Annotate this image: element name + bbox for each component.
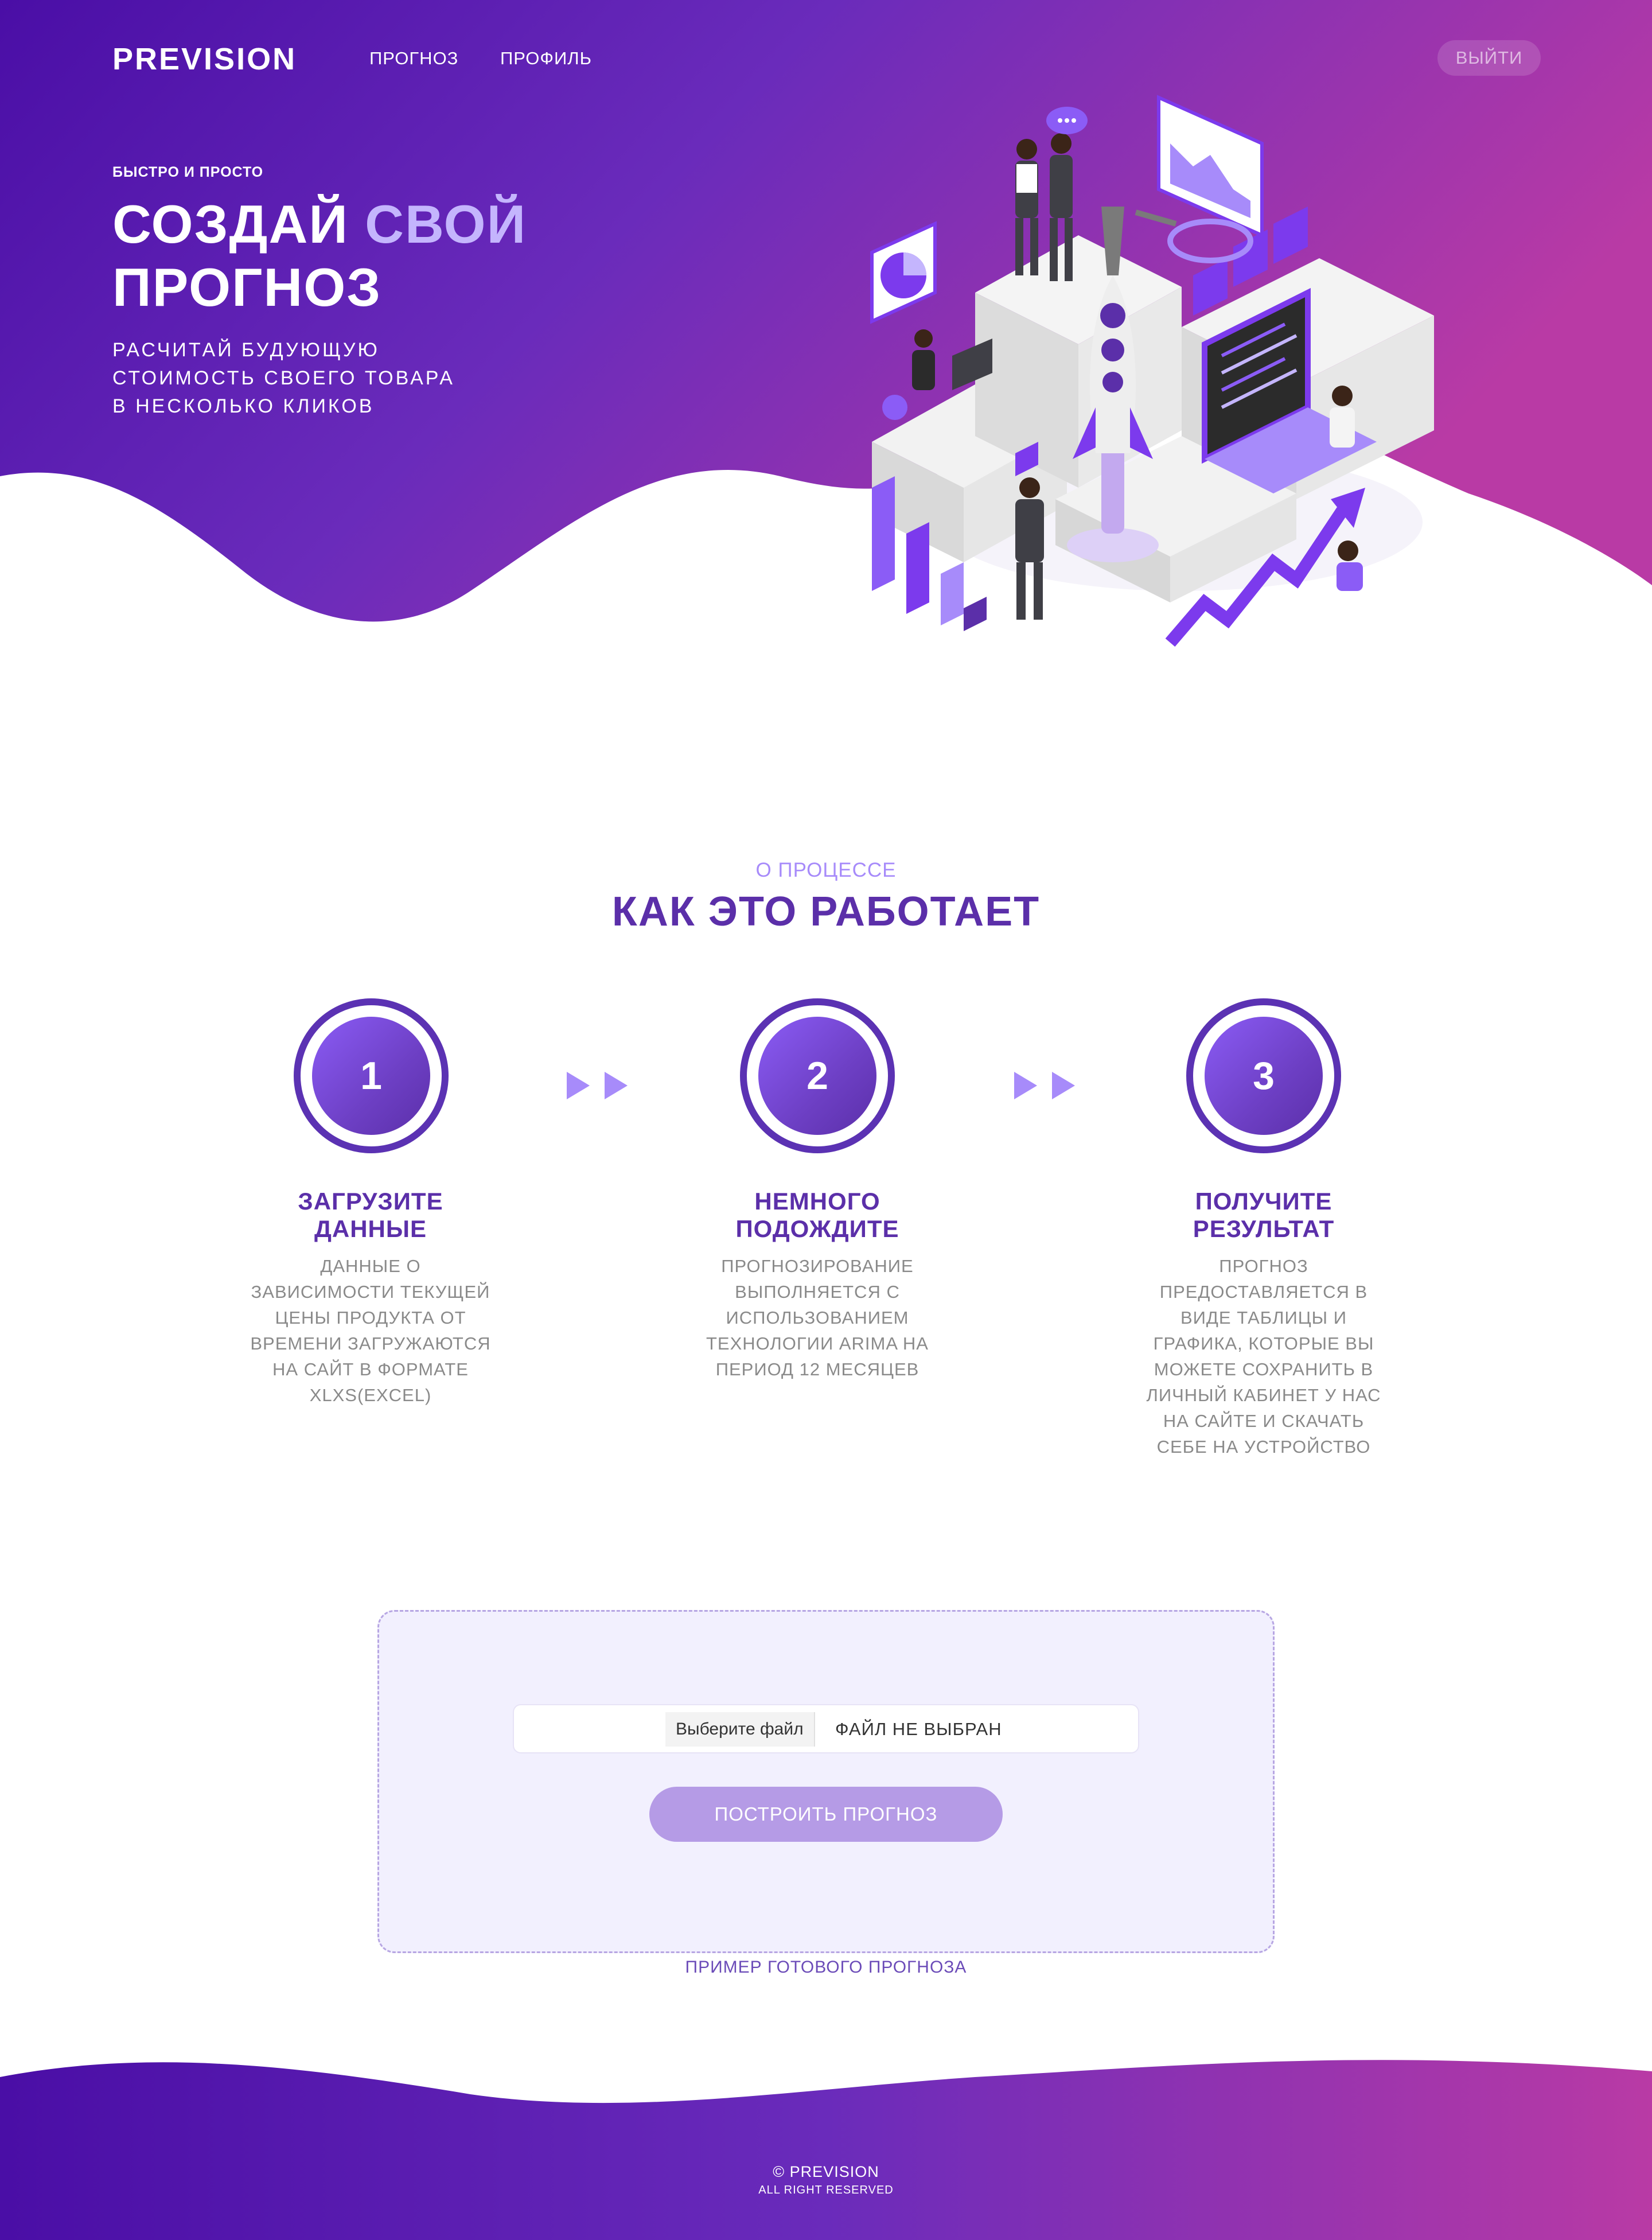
step-desc-line: НА САЙТ В ФОРМАТЕ <box>272 1359 469 1379</box>
hero-subtitle-line: В НЕСКОЛЬКО КЛИКОВ <box>112 395 375 417</box>
build-forecast-button[interactable]: ПОСТРОИТЬ ПРОГНОЗ <box>649 1787 1003 1842</box>
step-arrows-icon <box>1014 1072 1075 1099</box>
step-title-line: ДАННЫЕ <box>314 1215 427 1242</box>
step-desc-line: ВЫПОЛНЯЕТСЯ С <box>735 1282 900 1302</box>
hero-subtitle-line: РАСЧИТАЙ БУДУЮЩУЮ <box>112 339 380 361</box>
step-2-description: ПРОГНОЗИРОВАНИЕ ВЫПОЛНЯЕТСЯ С ИСПОЛЬЗОВА… <box>691 1253 944 1382</box>
file-input[interactable]: Выберите файл ФАЙЛ НЕ ВЫБРАН <box>513 1704 1139 1753</box>
nav-link-forecast[interactable]: ПРОГНОЗ <box>369 48 458 69</box>
step-desc-line: ЗАВИСИМОСТИ ТЕКУЩЕЙ <box>251 1282 490 1302</box>
step-desc-line: ПРОГНОЗИРОВАНИЕ <box>721 1256 914 1276</box>
step-desc-line: МОЖЕТЕ СОХРАНИТЬ В <box>1154 1359 1374 1379</box>
step-desc-line: XLXS(EXCEL) <box>309 1385 432 1405</box>
step-desc-line: ТЕХНОЛОГИИ ARIMA НА <box>706 1333 929 1354</box>
step-1-circle: 1 <box>294 998 449 1153</box>
step-title-line: ПОЛУЧИТЕ <box>1195 1188 1332 1215</box>
hero-eyebrow: БЫСТРО И ПРОСТО <box>112 164 264 180</box>
process-title: КАК ЭТО РАБОТАЕТ <box>611 889 1041 935</box>
footer-rights: ALL RIGHT RESERVED <box>758 2184 894 2196</box>
process-eyebrow: О ПРОЦЕССЕ <box>755 859 897 881</box>
step-desc-line: ЛИЧНЫЙ КАБИНЕТ У НАС <box>1146 1385 1381 1405</box>
step-number: 3 <box>1205 1017 1323 1135</box>
choose-file-button[interactable]: Выберите файл <box>665 1712 815 1747</box>
step-number: 2 <box>758 1017 876 1135</box>
step-arrows-icon <box>567 1072 628 1099</box>
step-2-circle: 2 <box>740 998 895 1153</box>
step-1-title: ЗАГРУЗИТЕ ДАННЫЕ <box>233 1188 508 1243</box>
footer-background <box>0 2060 1652 2240</box>
step-3-circle: 3 <box>1186 998 1341 1153</box>
step-2-title: НЕМНОГО ПОДОЖДИТЕ <box>680 1188 955 1243</box>
file-status: ФАЙЛ НЕ ВЫБРАН <box>835 1719 1002 1739</box>
step-desc-line: ПРОГНОЗ <box>1219 1256 1308 1276</box>
step-desc-line: ЦЕНЫ ПРОДУКТА ОТ <box>275 1308 466 1328</box>
upload-dropzone[interactable] <box>377 1610 1275 1953</box>
step-desc-line: ИСПОЛЬЗОВАНИЕМ <box>726 1308 909 1328</box>
example-forecast-link[interactable]: ПРИМЕР ГОТОВОГО ПРОГНОЗА <box>0 1958 1652 1977</box>
step-desc-line: ПЕРИОД 12 МЕСЯЦЕВ <box>715 1359 919 1379</box>
step-3-description: ПРОГНОЗ ПРЕДОСТАВЛЯЕТСЯ В ВИДЕ ТАБЛИЦЫ И… <box>1137 1253 1390 1460</box>
step-title-line: НЕМНОГО <box>754 1188 880 1215</box>
step-desc-line: ПРЕДОСТАВЛЯЕТСЯ В <box>1159 1282 1368 1302</box>
logout-button[interactable]: ВЫЙТИ <box>1437 40 1541 76</box>
brand-logo[interactable]: PREVISION <box>112 41 297 77</box>
hero-title-accent: СВОЙ <box>365 194 527 254</box>
startup-rocket-illustration <box>870 95 1434 647</box>
step-desc-line: ДАННЫЕ О <box>320 1256 421 1276</box>
hero-title-part2: ПРОГНОЗ <box>112 257 382 317</box>
step-desc-line: ВИДЕ ТАБЛИЦЫ И <box>1180 1308 1347 1328</box>
step-desc-line: СЕБЕ НА УСТРОЙСТВО <box>1156 1437 1371 1457</box>
hero-title-part1: СОЗДАЙ <box>112 194 365 254</box>
step-number: 1 <box>312 1017 430 1135</box>
step-1-description: ДАННЫЕ О ЗАВИСИМОСТИ ТЕКУЩЕЙ ЦЕНЫ ПРОДУК… <box>244 1253 497 1408</box>
hero-title: СОЗДАЙ СВОЙ ПРОГНОЗ <box>112 193 527 319</box>
hero-subtitle-line: СТОИМОСТЬ СВОЕГО ТОВАРА <box>112 367 455 389</box>
hero-subtitle: РАСЧИТАЙ БУДУЮЩУЮ СТОИМОСТЬ СВОЕГО ТОВАР… <box>112 336 525 421</box>
footer-copyright: © PREVISION <box>773 2163 879 2180</box>
step-title-line: РЕЗУЛЬТАТ <box>1193 1215 1335 1242</box>
step-desc-line: ГРАФИКА, КОТОРЫЕ ВЫ <box>1153 1333 1374 1354</box>
step-desc-line: НА САЙТЕ И СКАЧАТЬ <box>1163 1411 1365 1431</box>
step-title-line: ПОДОЖДИТЕ <box>735 1215 899 1242</box>
step-title-line: ЗАГРУЗИТЕ <box>298 1188 443 1215</box>
step-3-title: ПОЛУЧИТЕ РЕЗУЛЬТАТ <box>1126 1188 1401 1243</box>
nav-link-profile[interactable]: ПРОФИЛЬ <box>500 48 592 69</box>
step-desc-line: ВРЕМЕНИ ЗАГРУЖАЮТСЯ <box>250 1333 491 1354</box>
